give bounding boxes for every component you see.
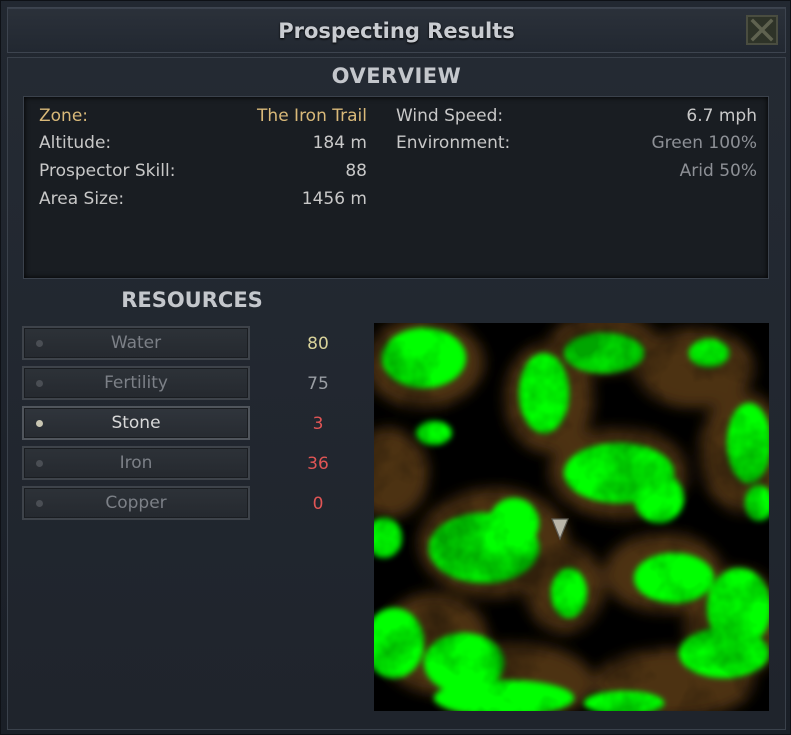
- resource-label: Fertility: [104, 373, 168, 393]
- resource-button-fertility[interactable]: Fertility: [22, 366, 250, 400]
- close-icon: [750, 18, 774, 42]
- close-button[interactable]: [746, 15, 778, 45]
- resource-value-stone: 3: [312, 414, 324, 434]
- resource-button-iron[interactable]: Iron: [22, 446, 250, 480]
- prospecting-window: Prospecting Results OVERVIEW Zone: The I…: [0, 0, 791, 735]
- altitude-value: 184 m: [312, 133, 367, 153]
- content-panel: OVERVIEW Zone: The Iron Trail Altitude: …: [7, 57, 786, 730]
- resource-map[interactable]: [374, 323, 769, 711]
- resource-value-fertility: 75: [307, 374, 329, 394]
- environment-arid-value: Arid 50%: [679, 161, 757, 181]
- prospector-skill-value: 88: [345, 161, 367, 181]
- resource-label: Water: [110, 333, 162, 353]
- resource-value-iron: 36: [307, 454, 329, 474]
- resource-button-stone[interactable]: Stone: [22, 406, 250, 440]
- resource-value-copper: 0: [312, 494, 324, 514]
- area-size-label: Area Size:: [39, 189, 125, 209]
- prospector-skill-label: Prospector Skill:: [39, 161, 176, 181]
- resource-value-water: 80: [307, 334, 329, 354]
- zone-label: Zone:: [39, 106, 89, 126]
- wind-speed-label: Wind Speed:: [396, 106, 504, 126]
- resource-label: Iron: [119, 453, 153, 473]
- resource-label: Copper: [105, 493, 167, 513]
- wind-speed-value: 6.7 mph: [686, 106, 757, 126]
- resource-label: Stone: [111, 413, 161, 433]
- resource-map-image: [374, 323, 769, 711]
- altitude-label: Altitude:: [39, 133, 112, 153]
- environment-label: Environment:: [396, 133, 511, 153]
- window-title: Prospecting Results: [278, 19, 515, 43]
- overview-heading: OVERVIEW: [331, 64, 462, 88]
- environment-green-value: Green 100%: [651, 133, 758, 153]
- title-bar[interactable]: Prospecting Results: [7, 7, 786, 53]
- overview-panel: Zone: The Iron Trail Altitude: 184 m Pro…: [23, 96, 769, 279]
- zone-value: The Iron Trail: [257, 106, 367, 126]
- resources-heading: RESOURCES: [121, 288, 263, 312]
- resource-button-copper[interactable]: Copper: [22, 486, 250, 520]
- area-size-value: 1456 m: [301, 189, 367, 209]
- resource-button-water[interactable]: Water: [22, 326, 250, 360]
